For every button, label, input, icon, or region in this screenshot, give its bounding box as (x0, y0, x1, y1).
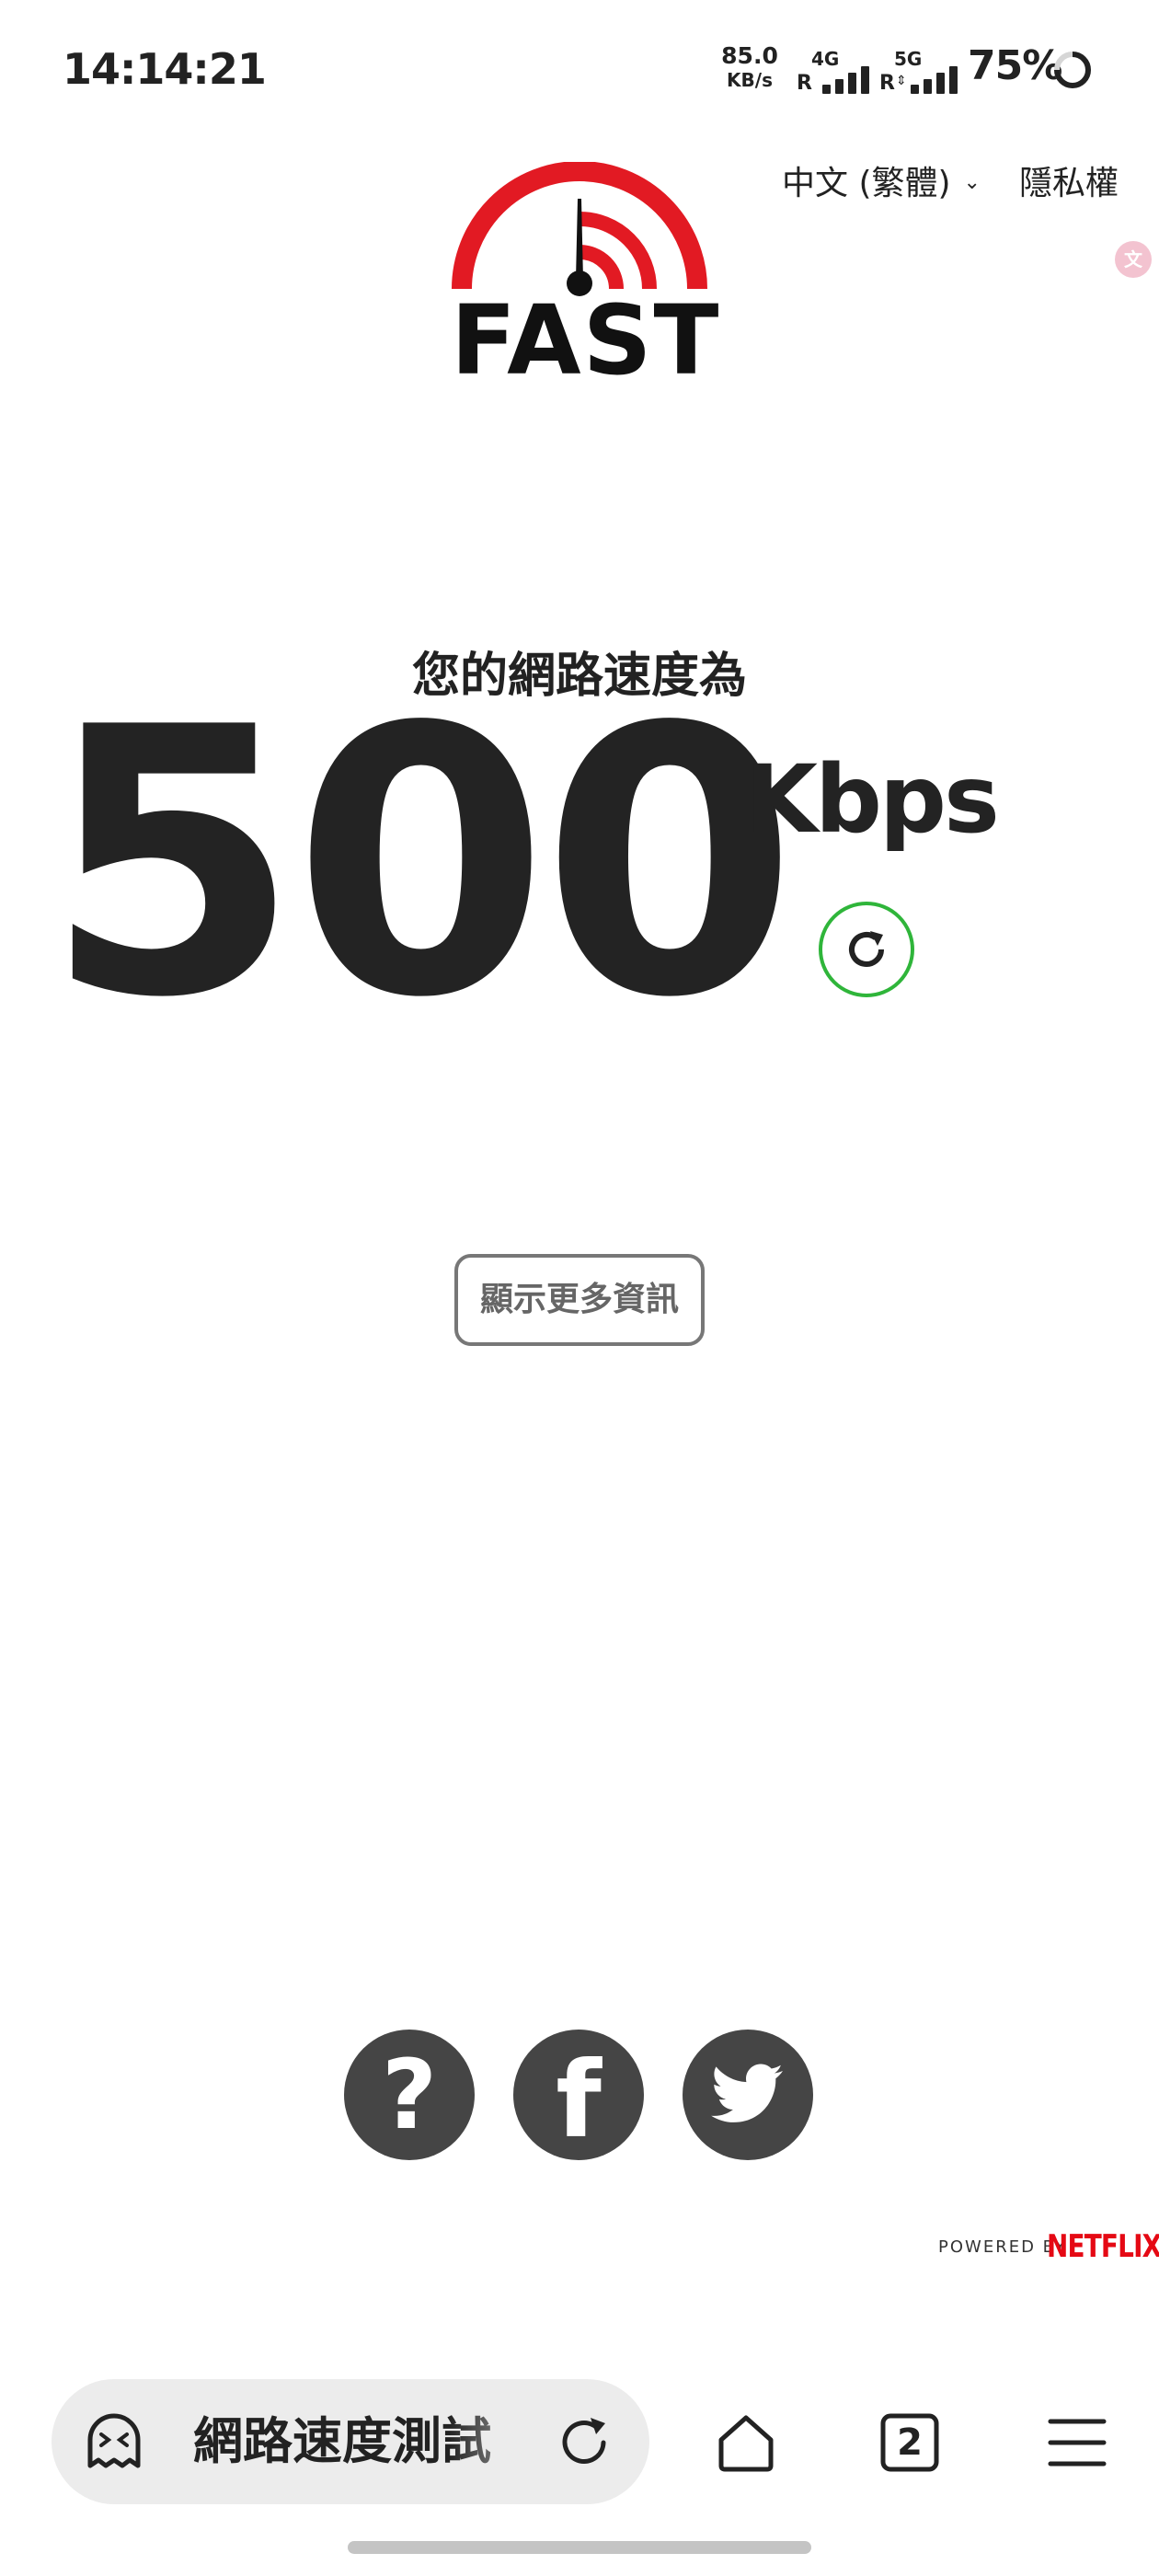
refresh-icon (849, 931, 884, 967)
signal-5g-icon: 5G R ⇕ (879, 48, 962, 95)
speed-unit: Kbps (745, 745, 1000, 855)
language-selector-label: 中文 (繁體) (782, 165, 951, 202)
network-speed-value: 85.0 (721, 42, 778, 69)
language-selector[interactable]: 中文 (繁體) ⌄ (782, 156, 981, 204)
show-more-info-button[interactable]: 顯示更多資訊 (454, 1254, 705, 1346)
network-speed-indicator: 85.0 KB/s (717, 44, 782, 92)
status-clock: 14:14:21 (63, 44, 267, 94)
signal-4g-icon: 4G R (797, 48, 872, 95)
twitter-bird-icon (711, 2064, 783, 2122)
reload-icon[interactable] (552, 2410, 616, 2475)
gesture-home-indicator[interactable] (348, 2541, 811, 2554)
help-button[interactable]: ? (344, 2030, 475, 2160)
menu-icon[interactable] (1043, 2409, 1111, 2477)
netflix-logo[interactable]: NETFLIX (1047, 2228, 1159, 2265)
battery-ring-icon (1054, 52, 1091, 88)
data-transfer-icon: ⇕ (896, 74, 907, 88)
incognito-ghost-icon[interactable] (83, 2410, 145, 2473)
fast-logo-text: FAST (451, 284, 721, 397)
twitter-share-button[interactable] (683, 2030, 813, 2160)
status-bar: 14:14:21 85.0 KB/s 4G R 5G R ⇕ 75% (0, 0, 1159, 138)
speed-value: 500 (44, 650, 798, 1078)
signal-4g-roaming: R (797, 72, 812, 95)
screen: 14:14:21 85.0 KB/s 4G R 5G R ⇕ 75% 中文 (繁… (0, 0, 1159, 2576)
retest-button[interactable] (819, 902, 914, 997)
question-mark-icon: ? (381, 2039, 438, 2151)
facebook-share-button[interactable]: f (513, 2030, 644, 2160)
chevron-down-icon: ⌄ (963, 171, 981, 194)
address-bar[interactable]: 網路速度測試 (52, 2379, 649, 2504)
signal-bars-icon (911, 66, 960, 94)
tab-count: 2 (897, 2421, 923, 2464)
signal-bars-icon (822, 66, 872, 94)
privacy-link[interactable]: 隱私權 (1019, 156, 1119, 204)
signal-5g-roaming: R (879, 72, 895, 95)
facebook-icon: f (556, 2039, 602, 2161)
battery-percentage: 75% (968, 42, 1062, 89)
translate-icon[interactable]: 文 (1115, 241, 1152, 278)
tabs-button[interactable]: 2 (876, 2409, 944, 2477)
network-speed-unit: KB/s (727, 69, 773, 91)
home-icon[interactable] (712, 2409, 780, 2477)
